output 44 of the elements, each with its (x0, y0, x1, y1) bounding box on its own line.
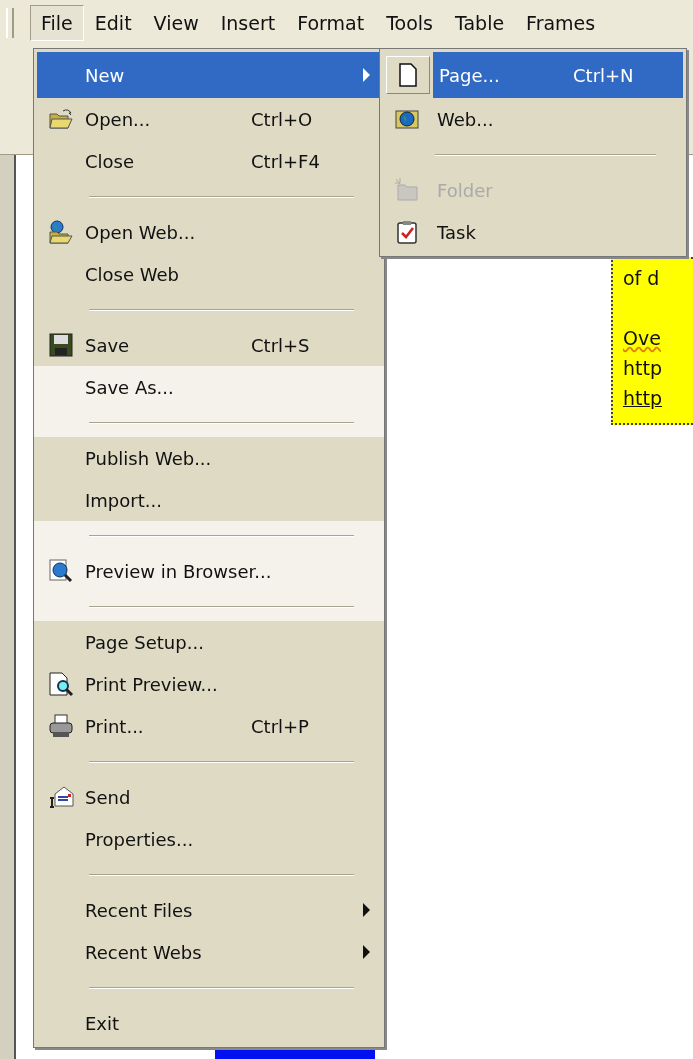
menu-bar-item[interactable]: Frames (515, 5, 607, 41)
note-text: http (623, 357, 662, 379)
globe-folder-icon (48, 219, 74, 245)
menu-item[interactable]: Task (383, 211, 683, 253)
menu-item[interactable]: Page Setup... (37, 621, 381, 663)
menu-bar-item[interactable]: Table (443, 5, 516, 41)
globe-magnifier-icon (48, 558, 74, 584)
menu-item[interactable]: Publish Web... (37, 437, 381, 479)
menu-bar-item[interactable]: File (30, 5, 84, 41)
menu-item[interactable]: Exit (37, 1002, 381, 1044)
printer-icon (48, 713, 74, 739)
menu-item[interactable]: Print Preview... (37, 663, 381, 705)
menu-item[interactable]: Open... Ctrl+O (37, 98, 381, 140)
folder-icon (394, 177, 420, 203)
menu-item[interactable]: Print... Ctrl+P (37, 705, 381, 747)
menu-bar-item[interactable]: View (142, 5, 210, 41)
menu-item[interactable]: Web... (383, 98, 683, 140)
menu-item[interactable]: Save As... (34, 366, 384, 408)
page-magnifier-icon (48, 671, 74, 697)
menu-bar-item[interactable]: Edit (83, 5, 143, 41)
note-text: Ove (623, 327, 661, 349)
menu-item[interactable]: Recent Webs (37, 931, 381, 973)
toolbar-grip[interactable] (6, 8, 14, 38)
menu-bar-item[interactable]: Insert (209, 5, 287, 41)
menu-bar-item[interactable]: Format (286, 5, 376, 41)
menu-bar-item[interactable]: Tools (375, 5, 444, 41)
envelope-icon (48, 784, 74, 810)
menu-item[interactable]: Close Ctrl+F4 (37, 140, 381, 182)
submenu-arrow-icon (362, 68, 370, 82)
note-link[interactable]: http (623, 387, 662, 409)
menu-item[interactable]: Save Ctrl+S (37, 324, 381, 366)
menu-item[interactable]: New (37, 52, 381, 98)
note-text: of d (623, 267, 660, 289)
clipboard-check-icon (394, 219, 420, 245)
submenu-arrow-icon (362, 945, 370, 959)
menu-item[interactable]: Properties... (37, 818, 381, 860)
menu-item[interactable]: Import... (37, 479, 381, 521)
submenu-arrow-icon (362, 903, 370, 917)
menu-item[interactable]: Close Web (37, 253, 381, 295)
menu-item[interactable]: Recent Files (37, 889, 381, 931)
menu-item[interactable]: Preview in Browser... (34, 550, 384, 592)
menu-item[interactable]: Send (37, 776, 381, 818)
menu-item[interactable]: Open Web... (37, 211, 381, 253)
open-folder-icon (48, 106, 74, 132)
